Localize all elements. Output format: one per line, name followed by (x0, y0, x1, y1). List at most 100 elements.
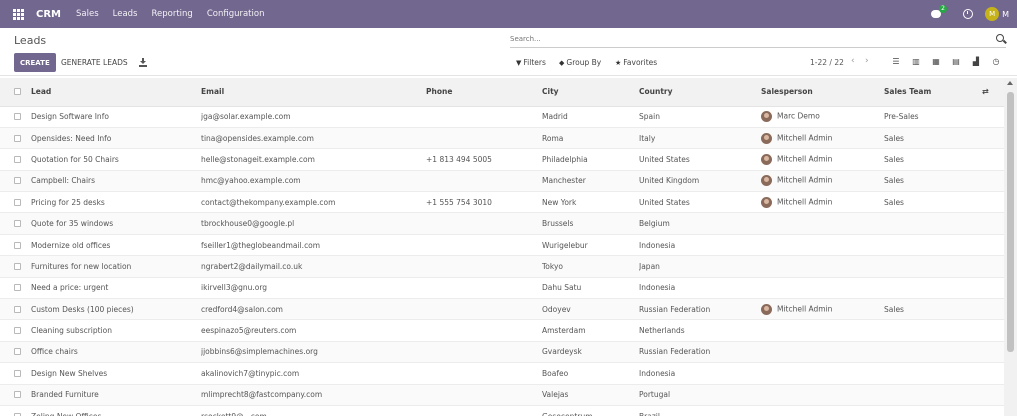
cell-city: Boafeo (542, 368, 569, 378)
cell-sales-team: Sales (884, 176, 904, 186)
group-by-label: Group By (566, 58, 602, 67)
menu-leads[interactable]: Leads (113, 9, 138, 19)
row-checkbox[interactable] (0, 170, 31, 191)
table-row[interactable]: Quotation for 50 Chairs helle@stonageit.e… (0, 148, 1004, 171)
cell-city: Philadelphia (542, 154, 588, 164)
row-checkbox[interactable] (0, 384, 31, 405)
row-spacer (982, 149, 1004, 170)
cell-salesperson: Mitchell Admin (761, 299, 884, 320)
row-checkbox[interactable] (0, 256, 31, 277)
scroll-up-icon[interactable] (1007, 81, 1013, 85)
list-view-icon[interactable]: ☰ (886, 57, 906, 66)
cell-email: akalinovich7@tinypic.com (201, 368, 300, 378)
calendar-view-icon[interactable]: ▦ (926, 57, 946, 66)
cell-city: Roma (542, 133, 564, 143)
row-spacer (982, 256, 1004, 277)
table-row[interactable]: Quote for 35 windows tbrockhouse0@google.… (0, 212, 1004, 235)
column-lead[interactable]: Lead (31, 78, 201, 107)
cell-email: jjobbins6@simplemachines.org (201, 347, 318, 357)
scroll-thumb[interactable] (1007, 92, 1014, 352)
row-checkbox[interactable] (0, 341, 31, 362)
pager-previous-icon[interactable]: ‹ (851, 56, 855, 66)
column-sales-team[interactable]: Sales Team (884, 78, 982, 107)
column-phone[interactable]: Phone (426, 78, 542, 107)
table-row[interactable]: Design Software Info jga@solar.example.co… (0, 106, 1004, 128)
cell-salesperson (761, 363, 884, 384)
salesperson-name: Marc Demo (777, 111, 820, 121)
app-brand[interactable]: CRM (36, 9, 61, 20)
table-row[interactable]: Pricing for 25 desks contact@thekompany.e… (0, 191, 1004, 213)
pager-next-icon[interactable]: › (865, 56, 869, 66)
cell-lead: Opensides: Need Info (31, 133, 112, 143)
row-checkbox[interactable] (0, 106, 31, 127)
table-row[interactable]: Zeling New Officesrcockett9@...com Gesoce… (0, 405, 1004, 416)
table-row[interactable]: Opensides: Need Info tina@opensides.examp… (0, 127, 1004, 149)
salesperson-name: Mitchell Admin (777, 197, 833, 207)
graph-view-icon[interactable]: ▟ (966, 57, 986, 66)
favorites-label: Favorites (623, 58, 658, 67)
column-email[interactable]: Email (201, 78, 426, 107)
row-checkbox[interactable] (0, 213, 31, 234)
table-row[interactable]: Need a price: urgent ikirvell3@gnu.org Dah… (0, 277, 1004, 299)
cell-lead: Design New Shelves (31, 368, 108, 378)
cell-phone (426, 213, 542, 234)
menu-reporting[interactable]: Reporting (151, 9, 192, 19)
row-checkbox[interactable] (0, 363, 31, 384)
table-row[interactable]: Office chairs jjobbins6@simplemachines.or… (0, 341, 1004, 363)
pivot-view-icon[interactable]: ▤ (946, 57, 966, 66)
scrollbar[interactable] (1004, 78, 1017, 416)
table-row[interactable]: Campbell: Chairs hmc@yahoo.example.com Man… (0, 170, 1004, 192)
row-checkbox[interactable] (0, 405, 31, 416)
chat-icon[interactable]: 2 (931, 5, 947, 20)
cell-sales-team (884, 213, 982, 234)
filter-icon: ▼ (516, 58, 522, 67)
user-name[interactable]: M (1002, 10, 1009, 19)
user-avatar[interactable]: M (985, 7, 1000, 21)
create-button[interactable]: CREATE (14, 53, 56, 72)
pager-value[interactable]: 1-22 / 22 (810, 58, 844, 67)
row-checkbox[interactable] (0, 192, 31, 213)
column-salesperson[interactable]: Salesperson (761, 78, 884, 107)
group-by-button[interactable]: ◆ Group By (559, 58, 601, 67)
table-row[interactable]: Cleaning subscription eespinazo5@reuters.… (0, 319, 1004, 342)
column-city[interactable]: City (542, 78, 639, 107)
salesperson-name: Mitchell Admin (777, 133, 833, 143)
cell-country: Russian Federation (639, 304, 711, 314)
cell-country: Brazil (639, 405, 761, 416)
filters-button[interactable]: ▼ Filters (516, 58, 546, 67)
column-country[interactable]: Country (639, 78, 761, 107)
row-checkbox[interactable] (0, 127, 31, 148)
row-checkbox[interactable] (0, 299, 31, 320)
search-icon[interactable] (996, 34, 1004, 42)
apps-menu-icon[interactable] (0, 8, 36, 20)
row-checkbox[interactable] (0, 320, 31, 341)
optional-columns-icon[interactable]: ⇄ (982, 78, 1004, 107)
cell-email: ikirvell3@gnu.org (201, 283, 268, 293)
search-input[interactable] (510, 32, 980, 46)
activity-view-icon[interactable]: ◷ (986, 57, 1006, 66)
cell-sales-team (884, 341, 982, 362)
kanban-view-icon[interactable]: ▥ (906, 57, 926, 66)
cell-salesperson: Mitchell Admin (761, 127, 884, 148)
salesperson-avatar (761, 111, 772, 123)
row-checkbox[interactable] (0, 277, 31, 298)
menu-sales[interactable]: Sales (76, 9, 99, 19)
table-row[interactable]: Custom Desks (100 pieces) credford4@salon… (0, 298, 1004, 320)
row-checkbox[interactable] (0, 149, 31, 170)
table-row[interactable]: Modernize old offices fseiller1@theglobea… (0, 234, 1004, 256)
activity-clock-icon[interactable] (963, 9, 974, 19)
menu-configuration[interactable]: Configuration (207, 9, 265, 19)
cell-country: Belgium (639, 219, 670, 229)
row-checkbox[interactable] (0, 234, 31, 255)
generate-leads-button[interactable]: GENERATE LEADS (61, 53, 128, 72)
table-row[interactable]: Furnitures for new location ngrabert2@dai… (0, 255, 1004, 278)
cell-city: Brussels (542, 219, 574, 229)
cell-email: contact@thekompany.example.com (201, 197, 336, 207)
cell-phone (426, 405, 542, 416)
favorites-button[interactable]: ★ Favorites (615, 58, 657, 67)
table-row[interactable]: Branded Furniture mlimprecht8@fastcompany… (0, 384, 1004, 406)
search-bar (510, 32, 1006, 48)
select-all-checkbox[interactable] (0, 78, 31, 107)
table-row[interactable]: Design New Shelves akalinovich7@tinypic.c… (0, 362, 1004, 385)
download-icon[interactable] (139, 58, 147, 67)
